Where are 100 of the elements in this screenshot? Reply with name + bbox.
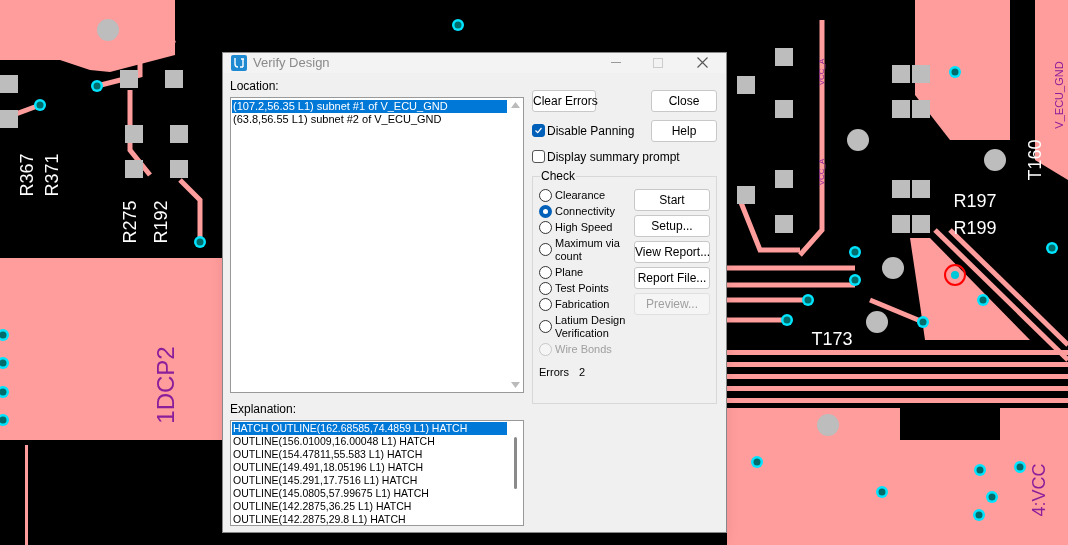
via (977, 294, 989, 306)
close-icon[interactable] (697, 57, 708, 69)
errors-label: Errors (539, 364, 569, 380)
checkbox[interactable] (532, 150, 545, 163)
disable-panning-label: Disable Panning (547, 122, 635, 140)
location-item[interactable]: (107.2,56.35 L1) subnet #1 of V_ECU_GND (232, 99, 507, 113)
net-label: VCC_A (817, 158, 827, 186)
radio-button[interactable] (539, 281, 552, 295)
check-icon (534, 126, 543, 135)
silkscreen-label: R192 (150, 200, 171, 244)
net-label: V_ECU_GND (1052, 61, 1065, 129)
test-point (847, 129, 869, 151)
explanation-item[interactable]: OUTLINE(154.47811,55.583 L1) HATCH (232, 447, 507, 461)
pad (775, 215, 793, 233)
net-label: 1DCP2 (152, 346, 180, 424)
radio-button[interactable] (539, 265, 552, 279)
radio-button[interactable] (539, 297, 552, 311)
silkscreen-label: T173 (811, 328, 853, 349)
minimize-icon[interactable] (611, 61, 621, 64)
close-button[interactable]: Close (651, 89, 717, 112)
via (0, 357, 9, 369)
pad (0, 110, 18, 128)
pad (775, 170, 793, 188)
net-label: 4:VCC (1028, 463, 1049, 517)
action-button[interactable]: View Report... (634, 240, 710, 263)
pad (170, 125, 188, 143)
via (194, 236, 206, 248)
test-point (866, 311, 888, 333)
via (0, 329, 9, 341)
via (986, 491, 998, 503)
radio-label: Test Points (555, 281, 610, 295)
action-button[interactable]: Setup... (634, 214, 710, 237)
explanation-item[interactable]: OUTLINE(142.2875,36.25 L1) HATCH (232, 499, 507, 513)
via (802, 294, 814, 306)
radio-label: Clearance (555, 188, 607, 202)
radio-button[interactable] (539, 320, 552, 333)
scroll-thumb[interactable] (513, 436, 517, 489)
silkscreen-label: R197 (953, 190, 997, 211)
action-button[interactable]: Report File... (634, 266, 710, 289)
errors-count: 2 (578, 364, 586, 380)
radio-button[interactable] (539, 243, 552, 256)
radio-label: Latium Design Verification (555, 313, 627, 340)
explanation-item[interactable]: OUTLINE(149.491,18.05196 L1) HATCH (232, 460, 507, 474)
pad (912, 215, 930, 233)
explanation-item[interactable]: OUTLINE(145.0805,57.99675 L1) HATCH (232, 486, 507, 500)
via (973, 509, 985, 521)
radio-label: Connectivity (555, 204, 616, 218)
pad (125, 160, 143, 178)
test-point (882, 257, 904, 279)
silkscreen-label: R367 (16, 153, 37, 197)
via (452, 19, 464, 31)
via (1014, 461, 1026, 473)
pad (775, 48, 793, 66)
location-item[interactable]: (63.8,56.55 L1) subnet #2 of V_ECU_GND (232, 112, 507, 126)
explanation-item[interactable]: OUTLINE(156.01009,16.00048 L1) HATCH (232, 434, 507, 448)
via (974, 464, 986, 476)
silkscreen-label: R199 (953, 217, 997, 238)
pad (912, 100, 930, 118)
via (917, 316, 929, 328)
net-label: VCC_A (817, 58, 827, 86)
pad (892, 180, 910, 198)
via (781, 314, 793, 326)
test-point (984, 149, 1006, 171)
radio-button[interactable] (539, 204, 552, 218)
explanation-item[interactable]: OUTLINE(145.291,17.7516 L1) HATCH (232, 473, 507, 487)
pad (775, 100, 793, 118)
pad (892, 65, 910, 83)
pad (0, 75, 18, 93)
radio-label: Fabrication (555, 297, 611, 311)
check-group-title: Check (540, 168, 576, 183)
via (751, 456, 763, 468)
test-point (97, 19, 119, 41)
checkbox[interactable] (532, 124, 545, 137)
pad (912, 65, 930, 83)
via (34, 99, 46, 111)
radio-label: High Speed (555, 220, 614, 234)
display-summary-label: Display summary prompt (547, 148, 680, 166)
radio-button[interactable] (539, 188, 552, 202)
help-button[interactable]: Help (651, 119, 717, 142)
explanation-label: Explanation: (230, 400, 298, 418)
pad (170, 160, 188, 178)
via (0, 386, 9, 398)
silkscreen-label: R371 (41, 153, 62, 197)
radio-label: Plane (555, 265, 585, 279)
pad (912, 180, 930, 198)
radio-label: Wire Bonds (555, 342, 613, 356)
action-button[interactable]: Start (634, 188, 710, 211)
radio-button[interactable] (539, 220, 552, 234)
pad (892, 215, 910, 233)
via (0, 414, 9, 426)
via (876, 486, 888, 498)
test-point (817, 414, 839, 436)
explanation-item[interactable]: OUTLINE(142.2875,29.8 L1) HATCH (232, 512, 507, 526)
clear-errors-button[interactable]: Clear Errors (532, 89, 596, 112)
via (91, 80, 103, 92)
explanation-item[interactable]: HATCH OUTLINE(162.68585,74.4859 L1) HATCH (232, 421, 507, 435)
pad (165, 70, 183, 88)
pad (125, 125, 143, 143)
pad (120, 70, 138, 88)
pad (737, 186, 755, 204)
